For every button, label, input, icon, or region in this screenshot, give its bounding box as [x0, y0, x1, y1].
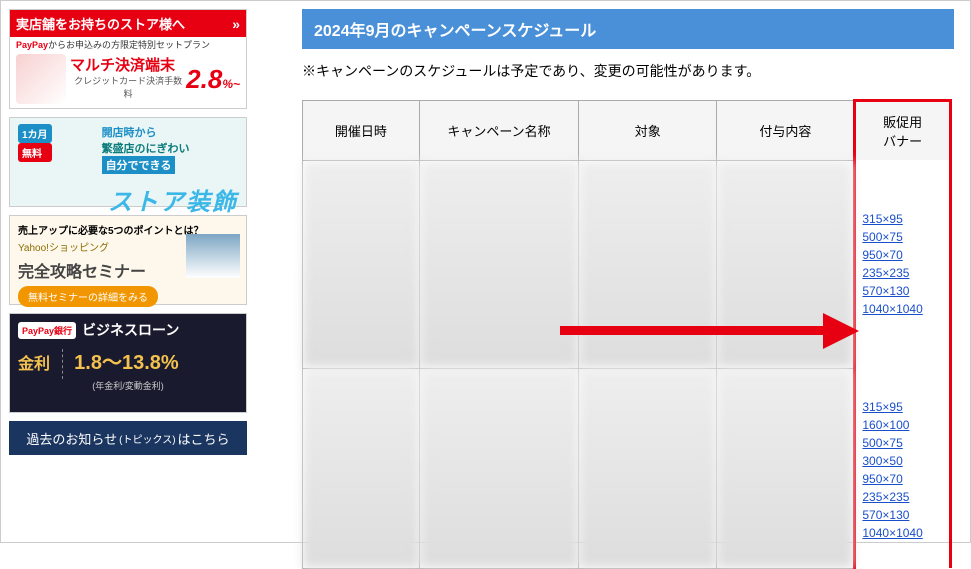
- banner-size-link[interactable]: 1040×1040: [862, 300, 943, 318]
- banner-size-link[interactable]: 950×70: [862, 246, 943, 264]
- banner2-line1: 開店時から: [102, 124, 190, 140]
- banner-size-link[interactable]: 315×95: [862, 398, 943, 416]
- seminar-image: [186, 234, 240, 278]
- past-notice-small: (トピックス): [119, 431, 175, 446]
- paypay-bank-label: PayPay銀行: [18, 322, 76, 339]
- th-name: キャンペーン名称: [419, 101, 578, 161]
- banner-size-link[interactable]: 235×235: [862, 264, 943, 282]
- past-notice-post: はこちら: [178, 429, 230, 448]
- cell-blurred: [419, 160, 578, 368]
- banner2-line3: 自分でできる: [102, 156, 176, 174]
- banner1-rate: 2.8%~: [186, 64, 240, 95]
- banner2-badge-bottom: 無料: [18, 143, 52, 162]
- banner4-sub: (年金利/変動金利): [18, 379, 238, 392]
- th-target: 対象: [579, 101, 717, 161]
- banner-size-link[interactable]: 500×75: [862, 228, 943, 246]
- th-banner: 販促用 バナー: [855, 101, 951, 161]
- banner-size-link[interactable]: 315×95: [862, 210, 943, 228]
- banner-size-link[interactable]: 570×130: [862, 506, 943, 524]
- promo-banner-paypay-terminal[interactable]: 実店舗をお持ちのストア様へ » PayPayPayPayからお申込みの方限定特別…: [9, 9, 247, 109]
- banner1-top-text: 実店舗をお持ちのストア様へ: [16, 14, 185, 33]
- cell-banner-links-2: 315×95160×100500×75300×50950×70235×23557…: [855, 368, 951, 568]
- cell-blurred: [579, 368, 717, 568]
- banner-size-link[interactable]: 235×235: [862, 488, 943, 506]
- banner1-main: マルチ決済端末: [70, 58, 186, 75]
- main-content: 2024年9月のキャンペーンスケジュール ※キャンペーンのスケジュールは予定であ…: [256, 1, 970, 542]
- banner4-title: ビジネスローン: [82, 320, 179, 340]
- schedule-note: ※キャンペーンのスケジュールは予定であり、変更の可能性があります。: [302, 61, 954, 81]
- banner4-rate: 金利 1.8〜13.8%: [18, 346, 238, 379]
- campaign-schedule-table: 開催日時 キャンペーン名称 対象 付与内容 販促用 バナー 315×95500×…: [302, 99, 952, 569]
- past-notice-pre: 過去のお知らせ: [26, 429, 117, 448]
- banner1-bottom: クレジットカード決済手数料: [70, 74, 186, 100]
- banner-size-link[interactable]: 950×70: [862, 470, 943, 488]
- banner-size-link[interactable]: 570×130: [862, 282, 943, 300]
- banner2-main: ストア装飾: [18, 182, 238, 217]
- banner-size-link[interactable]: 160×100: [862, 416, 943, 434]
- banner-size-link[interactable]: 300×50: [862, 452, 943, 470]
- cell-blurred: [579, 160, 717, 368]
- promo-banner-business-loan[interactable]: PayPay銀行 ビジネスローン 金利 1.8〜13.8% (年金利/変動金利): [9, 313, 247, 413]
- banner2-line2: 繁盛店のにぎわい: [102, 140, 190, 156]
- table-row: 315×95500×75950×70235×235570×1301040×104…: [303, 160, 951, 368]
- page-title: 2024年9月のキャンペーンスケジュール: [302, 9, 954, 49]
- banner2-badge-top: 1カ月: [18, 124, 52, 143]
- banner3-button[interactable]: 無料セミナーの詳細をみる: [18, 286, 158, 307]
- cell-banner-links-1: 315×95500×75950×70235×235570×1301040×104…: [855, 160, 951, 368]
- cell-blurred: [303, 368, 420, 568]
- cell-blurred: [419, 368, 578, 568]
- promo-banner-seminar[interactable]: 売上アップに必要な5つのポイントとは？ Yahoo!ショッピング 完全攻略セミナ…: [9, 215, 247, 305]
- promo-banner-store-decoration[interactable]: 1カ月 無料 開店時から 繁盛店のにぎわい 自分でできる ストア装飾 B-Spa…: [9, 117, 247, 207]
- table-row: 315×95160×100500×75300×50950×70235×23557…: [303, 368, 951, 568]
- chevron-right-icon: »: [232, 16, 240, 32]
- terminal-image: [16, 54, 66, 104]
- sidebar: 実店舗をお持ちのストア様へ » PayPayPayPayからお申込みの方限定特別…: [1, 1, 256, 542]
- th-content: 付与内容: [717, 101, 855, 161]
- cell-blurred: [717, 368, 855, 568]
- banner-size-link[interactable]: 1040×1040: [862, 524, 943, 542]
- cell-blurred: [303, 160, 420, 368]
- banner-size-link[interactable]: 500×75: [862, 434, 943, 452]
- th-date: 開催日時: [303, 101, 420, 161]
- cell-blurred: [717, 160, 855, 368]
- past-notice-link[interactable]: 過去のお知らせ (トピックス) はこちら: [9, 421, 247, 455]
